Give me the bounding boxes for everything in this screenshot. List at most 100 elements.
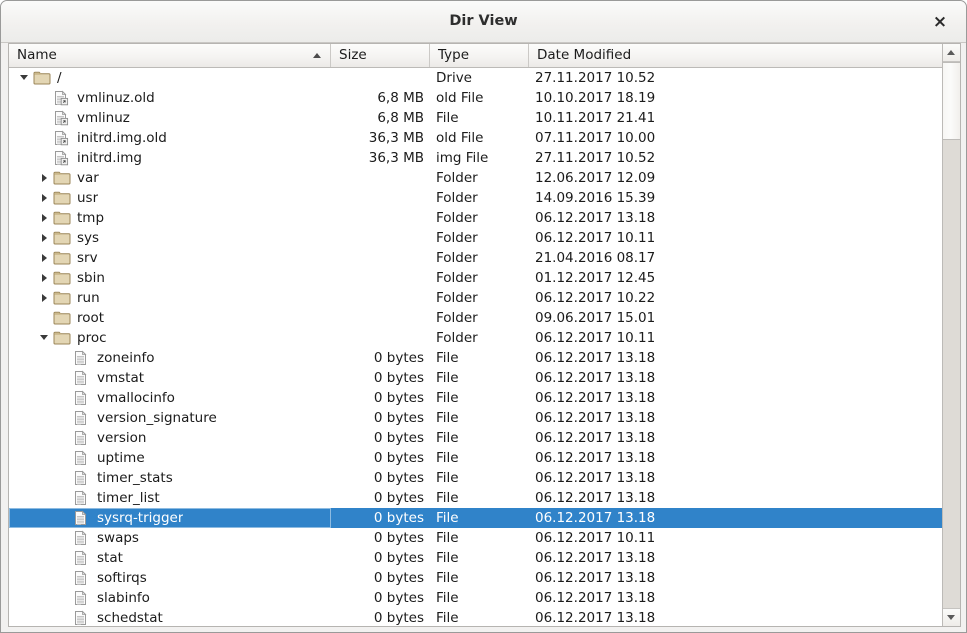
scroll-down-arrow-icon[interactable]	[943, 608, 960, 626]
cell-name[interactable]: timer_list	[9, 488, 331, 508]
table-row[interactable]: zoneinfo0 bytesFile06.12.2017 13.18	[9, 348, 960, 368]
cell-type: old File	[430, 88, 529, 108]
table-row[interactable]: vmlinuz6,8 MBFile10.11.2017 21.41	[9, 108, 960, 128]
column-header-date-modified[interactable]: Date Modified	[529, 44, 942, 67]
table-row[interactable]: uptime0 bytesFile06.12.2017 13.18	[9, 448, 960, 468]
cell-name[interactable]: sys	[9, 228, 331, 248]
column-header-size[interactable]: Size	[331, 44, 430, 67]
cell-name[interactable]: version	[9, 428, 331, 448]
cell-name[interactable]: stat	[9, 548, 331, 568]
tree-expand-arrow-icon[interactable]	[37, 248, 53, 268]
cell-type: File	[430, 548, 529, 568]
cell-name[interactable]: vmallocinfo	[9, 388, 331, 408]
vertical-scrollbar[interactable]	[942, 44, 960, 626]
cell-size: 0 bytes	[331, 408, 430, 428]
file-icon	[73, 588, 93, 608]
tree-indent	[11, 138, 37, 139]
cell-name[interactable]: version_signature	[9, 408, 331, 428]
table-row[interactable]: softirqs0 bytesFile06.12.2017 13.18	[9, 568, 960, 588]
table-row[interactable]: stat0 bytesFile06.12.2017 13.18	[9, 548, 960, 568]
column-header-type-label: Type	[438, 47, 469, 63]
cell-name[interactable]: var	[9, 168, 331, 188]
table-row[interactable]: tmpFolder06.12.2017 13.18	[9, 208, 960, 228]
column-header-name-label: Name	[17, 47, 57, 63]
file-name-label: timer_stats	[97, 468, 173, 488]
table-row[interactable]: vmstat0 bytesFile06.12.2017 13.18	[9, 368, 960, 388]
cell-name[interactable]: uptime	[9, 448, 331, 468]
table-row[interactable]: vmlinuz.old6,8 MBold File10.10.2017 18.1…	[9, 88, 960, 108]
file-link-icon	[53, 88, 73, 108]
table-row[interactable]: varFolder12.06.2017 12.09	[9, 168, 960, 188]
file-name-label: usr	[77, 188, 98, 208]
file-link-icon	[53, 128, 73, 148]
tree-expand-arrow-icon[interactable]	[37, 168, 53, 188]
cell-name[interactable]: schedstat	[9, 608, 331, 626]
tree-expand-arrow-icon[interactable]	[37, 268, 53, 288]
tree-collapse-arrow-icon[interactable]	[37, 328, 53, 348]
table-row[interactable]: sysFolder06.12.2017 10.11	[9, 228, 960, 248]
column-header-name[interactable]: Name	[9, 44, 331, 67]
scrollbar-thumb[interactable]	[943, 62, 960, 140]
cell-name[interactable]: srv	[9, 248, 331, 268]
close-icon[interactable]: ×	[928, 10, 952, 34]
cell-name[interactable]: softirqs	[9, 568, 331, 588]
table-row[interactable]: vmallocinfo0 bytesFile06.12.2017 13.18	[9, 388, 960, 408]
cell-name[interactable]: root	[9, 308, 331, 328]
cell-name[interactable]: tmp	[9, 208, 331, 228]
cell-type: img File	[430, 148, 529, 168]
tree-expand-arrow-icon[interactable]	[37, 228, 53, 248]
file-name-label: var	[77, 168, 99, 188]
cell-name[interactable]: vmlinuz.old	[9, 88, 331, 108]
table-row[interactable]: sbinFolder01.12.2017 12.45	[9, 268, 960, 288]
cell-name[interactable]: /	[9, 68, 331, 88]
folder-icon	[53, 248, 73, 268]
tree-indent	[11, 338, 37, 339]
table-row[interactable]: timer_stats0 bytesFile06.12.2017 13.18	[9, 468, 960, 488]
cell-name[interactable]: run	[9, 288, 331, 308]
file-name-label: srv	[77, 248, 98, 268]
cell-name[interactable]: usr	[9, 188, 331, 208]
tree-indent	[11, 478, 57, 479]
file-icon	[73, 608, 93, 626]
cell-name[interactable]: proc	[9, 328, 331, 348]
column-header-type[interactable]: Type	[430, 44, 529, 67]
cell-size: 0 bytes	[331, 608, 430, 626]
cell-name[interactable]: timer_stats	[9, 468, 331, 488]
cell-name[interactable]: slabinfo	[9, 588, 331, 608]
table-row[interactable]: initrd.img.old36,3 MBold File07.11.2017 …	[9, 128, 960, 148]
table-row[interactable]: sysrq-trigger0 bytesFile06.12.2017 13.18	[9, 508, 960, 528]
table-row[interactable]: runFolder06.12.2017 10.22	[9, 288, 960, 308]
cell-name[interactable]: zoneinfo	[9, 348, 331, 368]
table-row[interactable]: swaps0 bytesFile06.12.2017 10.11	[9, 528, 960, 548]
tree-expand-arrow-icon[interactable]	[37, 288, 53, 308]
table-row[interactable]: initrd.img36,3 MBimg File27.11.2017 10.5…	[9, 148, 960, 168]
cell-name[interactable]: initrd.img.old	[9, 128, 331, 148]
table-row[interactable]: usrFolder14.09.2016 15.39	[9, 188, 960, 208]
table-row[interactable]: /Drive27.11.2017 10.52	[9, 68, 960, 88]
tree-indent	[11, 198, 37, 199]
table-row[interactable]: timer_list0 bytesFile06.12.2017 13.18	[9, 488, 960, 508]
cell-date: 27.11.2017 10.52	[529, 148, 942, 168]
tree-indent	[11, 398, 57, 399]
tree-collapse-arrow-icon[interactable]	[17, 68, 33, 88]
cell-name[interactable]: sysrq-trigger	[9, 508, 331, 528]
scroll-up-arrow-icon[interactable]	[943, 44, 960, 62]
cell-type: File	[430, 608, 529, 626]
tree-expand-arrow-icon[interactable]	[37, 208, 53, 228]
cell-date: 06.12.2017 13.18	[529, 448, 942, 468]
table-row[interactable]: version0 bytesFile06.12.2017 13.18	[9, 428, 960, 448]
table-row[interactable]: srvFolder21.04.2016 08.17	[9, 248, 960, 268]
folder-icon	[33, 68, 53, 88]
tree-expand-arrow-icon[interactable]	[37, 188, 53, 208]
table-row[interactable]: schedstat0 bytesFile06.12.2017 13.18	[9, 608, 960, 626]
cell-name[interactable]: sbin	[9, 268, 331, 288]
cell-name[interactable]: vmstat	[9, 368, 331, 388]
file-list[interactable]: /Drive27.11.2017 10.52vmlinuz.old6,8 MBo…	[9, 68, 960, 626]
table-row[interactable]: slabinfo0 bytesFile06.12.2017 13.18	[9, 588, 960, 608]
cell-name[interactable]: vmlinuz	[9, 108, 331, 128]
table-row[interactable]: procFolder06.12.2017 10.11	[9, 328, 960, 348]
table-row[interactable]: version_signature0 bytesFile06.12.2017 1…	[9, 408, 960, 428]
cell-name[interactable]: initrd.img	[9, 148, 331, 168]
cell-name[interactable]: swaps	[9, 528, 331, 548]
table-row[interactable]: rootFolder09.06.2017 15.01	[9, 308, 960, 328]
